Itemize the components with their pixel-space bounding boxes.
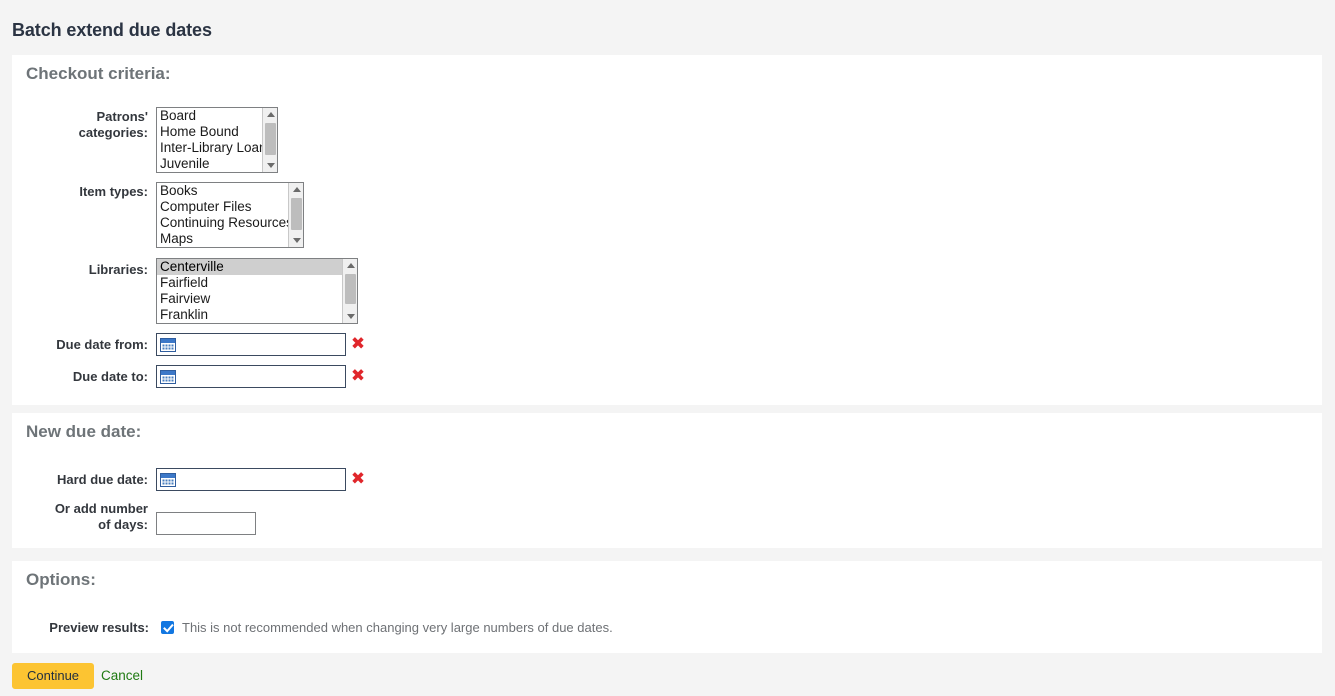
preview-results-checkbox[interactable] <box>161 621 174 634</box>
hard-due-date-input-wrap[interactable] <box>156 468 346 491</box>
continue-button[interactable]: Continue <box>12 663 95 689</box>
list-item-selected[interactable]: Centerville <box>157 259 357 275</box>
list-item[interactable]: Board <box>157 108 277 124</box>
patrons-categories-listbox[interactable]: Board Home Bound Inter-Library Loan Juve… <box>156 107 278 173</box>
add-days-input[interactable] <box>156 512 256 535</box>
list-item[interactable]: Books <box>157 183 303 199</box>
add-days-label-line1: Or add number <box>54 501 148 516</box>
item-types-label: Item types: <box>79 184 148 199</box>
due-date-to-input-wrap[interactable] <box>156 365 346 388</box>
scroll-down-arrow-icon[interactable] <box>289 234 303 247</box>
scroll-down-arrow-icon[interactable] <box>263 159 277 172</box>
list-item[interactable]: Juvenile <box>157 156 277 172</box>
calendar-icon[interactable] <box>160 369 176 385</box>
scroll-up-arrow-icon[interactable] <box>289 183 303 196</box>
list-item[interactable]: Fairfield <box>157 275 357 291</box>
clear-hard-due-date-icon[interactable]: ✖ <box>350 471 366 488</box>
calendar-icon[interactable] <box>160 472 176 488</box>
checkout-criteria-legend: Checkout criteria: <box>26 64 171 83</box>
list-item[interactable]: Inter-Library Loan <box>157 140 277 156</box>
scroll-up-arrow-icon[interactable] <box>343 259 357 272</box>
hard-due-date-label: Hard due date: <box>56 472 148 487</box>
item-types-listbox[interactable]: Books Computer Files Continuing Resource… <box>156 182 304 248</box>
list-item[interactable]: Continuing Resources <box>157 215 303 231</box>
scrollbar-thumb[interactable] <box>265 123 276 155</box>
libraries-listbox[interactable]: Centerville Fairfield Fairview Franklin <box>156 258 358 324</box>
due-date-from-input-wrap[interactable] <box>156 333 346 356</box>
new-due-date-legend: New due date: <box>26 422 142 441</box>
patrons-categories-label-text: Patrons' categories: <box>78 109 148 140</box>
preview-results-label: Preview results: <box>49 620 149 635</box>
listbox-scrollbar[interactable] <box>288 183 303 247</box>
add-days-label: Or add number of days: <box>12 501 148 533</box>
clear-due-date-from-icon[interactable]: ✖ <box>350 336 366 353</box>
list-item[interactable]: Computer Files <box>157 199 303 215</box>
options-panel: Options: Preview results: This is not re… <box>12 561 1322 653</box>
patrons-categories-label: Patrons' categories: <box>12 109 148 141</box>
cancel-link[interactable]: Cancel <box>101 663 143 689</box>
listbox-scrollbar[interactable] <box>262 108 277 172</box>
due-date-to-label: Due date to: <box>72 369 148 384</box>
due-date-from-label: Due date from: <box>56 337 148 352</box>
scroll-down-arrow-icon[interactable] <box>343 310 357 323</box>
form-footer: Continue Cancel <box>0 653 1335 696</box>
scrollbar-thumb[interactable] <box>345 274 356 304</box>
list-item[interactable]: Maps <box>157 231 303 247</box>
preview-results-hint: This is not recommended when changing ve… <box>182 620 613 635</box>
batch-extend-due-dates-page: Batch extend due dates Checkout criteria… <box>0 0 1335 696</box>
add-days-label-line2: of days: <box>98 517 148 532</box>
list-item[interactable]: Home Bound <box>157 124 277 140</box>
clear-due-date-to-icon[interactable]: ✖ <box>350 368 366 385</box>
checkout-criteria-panel: Checkout criteria: Patrons' categories: B… <box>12 55 1322 405</box>
scroll-up-arrow-icon[interactable] <box>263 108 277 121</box>
libraries-label: Libraries: <box>88 262 148 277</box>
page-title: Batch extend due dates <box>12 20 212 41</box>
scrollbar-thumb[interactable] <box>291 198 302 230</box>
new-due-date-panel: New due date: Hard due date: ✖ Or add nu… <box>12 413 1322 548</box>
list-item[interactable]: Franklin <box>157 307 357 323</box>
calendar-icon[interactable] <box>160 337 176 353</box>
list-item[interactable]: Fairview <box>157 291 357 307</box>
options-legend: Options: <box>26 570 96 589</box>
listbox-scrollbar[interactable] <box>342 259 357 323</box>
